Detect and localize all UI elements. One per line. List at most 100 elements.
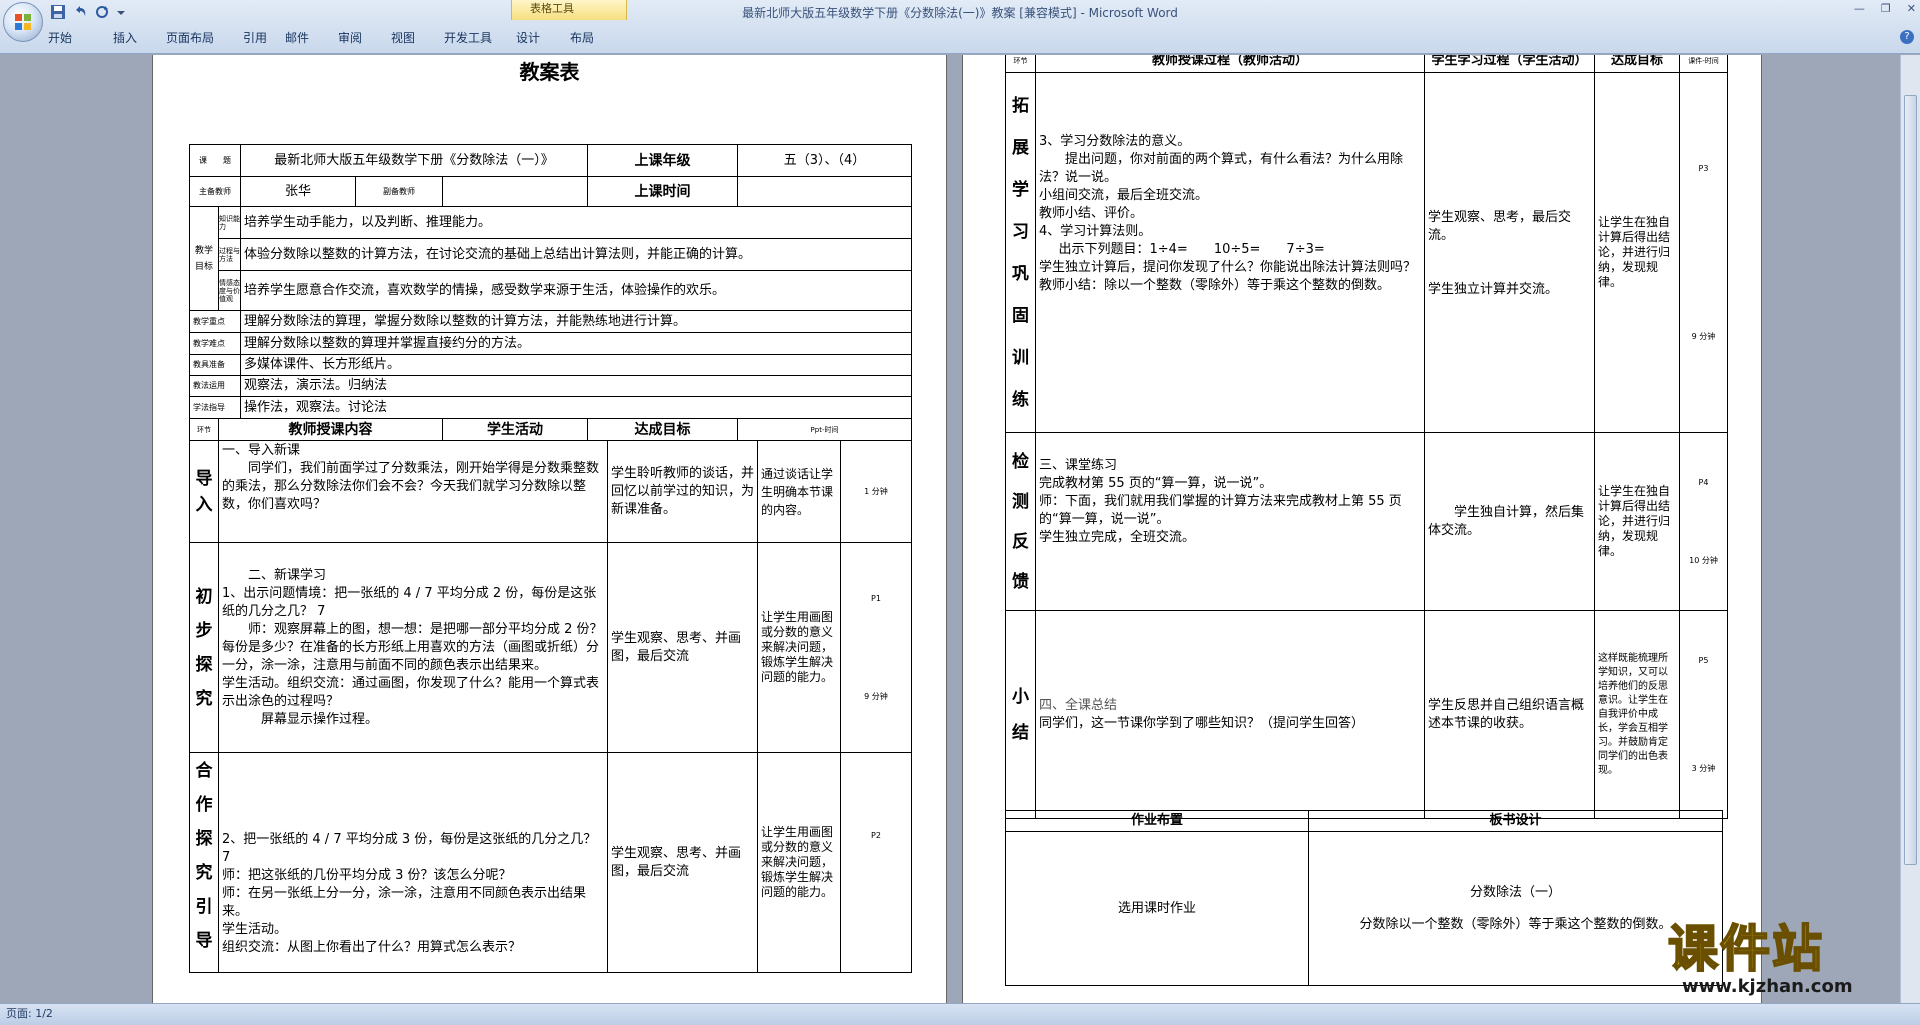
- col-head-seg: 环节: [1005, 55, 1036, 73]
- topic-key: 课 题: [189, 144, 241, 177]
- grade-value[interactable]: 五（3）、（4）: [737, 144, 913, 177]
- page-1: 教案表 课 题 最新北师大版五年级数学下册《分数除法（一）》 上课年级 五（3）…: [152, 55, 947, 1003]
- section-text: 2、把一张纸的 4 / 7 平均分成 3 份，每份是这张纸的几分之几？ 7: [222, 832, 597, 865]
- tab-table-layout[interactable]: 布局: [570, 28, 610, 48]
- teacher-value[interactable]: 张华: [240, 176, 356, 207]
- section-text: 二、新课学习: [248, 567, 327, 583]
- section-text: 同学们，这一节课你学到了哪些知识？（提问学生回答）: [1039, 715, 1365, 731]
- tab-design[interactable]: 设计: [516, 28, 570, 48]
- section-text: 学生独立计算后，提问你发现了什么？你能说出除法计算法则吗？: [1039, 260, 1417, 275]
- goal-value[interactable]: 培养学生愿意合作交流，喜欢数学的情操，感受数学来源于生活，体验操作的欢乐。: [239, 270, 913, 311]
- board-rule: 分数除以一个整数（零除外）等于乘这个整数的倒数。: [1359, 916, 1672, 932]
- tab-layout[interactable]: 页面布局: [166, 28, 243, 48]
- time-text: 1 分钟: [840, 440, 912, 543]
- close-icon[interactable]: ✕: [1907, 2, 1916, 15]
- teacher-key: 主备教师: [189, 176, 241, 207]
- time-value[interactable]: [737, 176, 913, 207]
- row-key: 学法指导: [189, 396, 241, 419]
- title-bar: 表格工具 最新北师大版五年级数学下册《分数除法(一)》教案 [兼容模式] - M…: [0, 0, 1920, 54]
- section-text: 提出问题，你对前面的两个算式，有什么看法？为什么用除法？说一说。: [1039, 152, 1404, 185]
- section-text: 教师小结：除以一个整数（零除外）等于乘这个整数的倒数。: [1039, 278, 1391, 293]
- row-key: 教法运用: [189, 375, 241, 397]
- tab-review[interactable]: 审阅: [338, 28, 391, 48]
- row-value[interactable]: 理解分数除法的算理，掌握分数除以整数的计算方法，并能熟练地进行计算。: [239, 310, 913, 333]
- section-text: 屏幕显示操作过程。: [261, 711, 379, 727]
- time-key: 上课时间: [587, 176, 739, 207]
- row-value[interactable]: 多媒体课件、长方形纸片。: [239, 354, 913, 376]
- col-head-goal: 达成目标: [1594, 55, 1680, 73]
- section-text: 同学们，我们前面学过了分数乘法，刚开始学得是分数乘整数的乘法，那么分数除法你们会…: [222, 461, 600, 512]
- student-activity: 学生观察、思考、并画图，最后交流: [607, 542, 758, 753]
- page-count[interactable]: 页面: 1/2: [6, 1007, 53, 1020]
- goal-text: 让学生用画图或分数的意义来解决问题，锻炼学生解决问题的能力。: [757, 542, 841, 753]
- maximize-icon[interactable]: ❐: [1881, 2, 1891, 15]
- scrollbar-thumb[interactable]: [1904, 95, 1917, 865]
- grade-key: 上课年级: [587, 144, 739, 177]
- tab-view[interactable]: 视图: [391, 28, 444, 48]
- section-text: 一、导入新课: [222, 443, 301, 458]
- topic-value[interactable]: 最新北师大版五年级数学下册《分数除法（一）》: [239, 144, 589, 177]
- co-teacher-value[interactable]: [441, 176, 589, 207]
- window-controls: — ❐ ✕: [1854, 2, 1916, 15]
- slide-number: P2: [840, 752, 912, 973]
- section-label: 小结: [1005, 610, 1036, 819]
- co-teacher-key: 副备教师: [355, 176, 443, 207]
- footer-table: 作业布置 板书设计 选用课时作业 分数除法（一） 分数除以一个整数（零除外）等于…: [1005, 810, 1723, 986]
- vertical-scrollbar[interactable]: [1900, 55, 1920, 1003]
- tab-mailings[interactable]: 邮件: [285, 28, 338, 48]
- row-key: 教学重点: [189, 310, 241, 333]
- row-value[interactable]: 操作法，观察法。讨论法: [239, 396, 913, 419]
- section-text: 学生活动。组织交流：通过画图，你发现了什么？能用一个算式表示出涂色的过程吗？: [222, 675, 600, 709]
- goal-value[interactable]: 体验分数除以整数的计算方法，在讨论交流的基础上总结出计算法则，并能正确的计算。: [239, 238, 913, 271]
- goal-key: 知识能力: [218, 206, 241, 239]
- student-activity: 学生反思并自己组织语言概述本节课的收获。: [1424, 610, 1595, 819]
- window-title: 最新北师大版五年级数学下册《分数除法(一)》教案 [兼容模式] - Micros…: [742, 6, 1178, 20]
- goal-key: 过程与方法: [218, 238, 241, 271]
- ribbon-tabs: 开始 插入 页面布局 引用 邮件 审阅 视图 开发工具 设计 布局: [48, 28, 610, 48]
- section-text: 出示下列题目：1÷4= 10÷5= 7÷3=: [1058, 242, 1325, 257]
- section-text: 学生活动。: [222, 922, 288, 937]
- homework-key: 作业布置: [1005, 810, 1309, 832]
- slide-number: P4: [1698, 477, 1709, 487]
- goal-text: 让学生用画图或分数的意义来解决问题，锻炼学生解决问题的能力。: [757, 752, 841, 973]
- section-label: 初步探究: [189, 542, 219, 753]
- watermark-url: www.kjzhan.com: [1682, 976, 1853, 997]
- homework-value[interactable]: 选用课时作业: [1005, 831, 1309, 986]
- row-value[interactable]: 理解分数除以整数的算理并掌握直接约分的方法。: [239, 332, 913, 355]
- section-text: 教师小结、评价。: [1039, 206, 1144, 221]
- board-title: 分数除法（一）: [1469, 884, 1561, 900]
- process-table-1: 导入 一、导入新课 同学们，我们前面学过了分数乘法，刚开始学得是分数乘整数的乘法…: [189, 440, 912, 973]
- slide-number: P1: [871, 593, 881, 603]
- col-head-student: 学生学习过程（学生活动）: [1424, 55, 1595, 73]
- goal-text: 让学生在独自计算后得出结论，并进行归纳，发现规律。: [1594, 432, 1680, 611]
- board-key: 板书设计: [1308, 810, 1723, 832]
- goal-text: 让学生在独自计算后得出结论，并进行归纳，发现规律。: [1594, 72, 1680, 433]
- tab-insert[interactable]: 插入: [113, 28, 166, 48]
- section-text: 师：观察屏幕上的图，想一想：是把哪一部分平均分成 2 份？每份是多少？在准备的长…: [222, 621, 603, 673]
- goal-text: 这样既能梳理所学知识，又可以培养他们的反思意识。让学生在自我评价中成长，学会互相…: [1594, 610, 1680, 819]
- tab-developer[interactable]: 开发工具: [444, 28, 516, 48]
- minimize-icon[interactable]: —: [1854, 2, 1865, 15]
- section-text: 四、全课总结: [1039, 697, 1118, 713]
- section-text: 小组间交流，最后全班交流。: [1039, 188, 1209, 203]
- section-text: 学生独立完成，全班交流。: [1039, 530, 1196, 545]
- tab-references[interactable]: 引用: [243, 28, 285, 48]
- watermark-text: 课件站: [1667, 919, 1824, 979]
- time-text: 9 分钟: [1691, 331, 1716, 341]
- tab-home[interactable]: 开始: [48, 28, 113, 48]
- col-head-student: 学生活动: [441, 418, 589, 441]
- goal-value[interactable]: 培养学生动手能力，以及判断、推理能力。: [239, 206, 913, 239]
- section-text: 组织交流：从图上你看出了什么？用算式怎么表示？: [222, 940, 522, 955]
- section-text: 4、学习计算法则。: [1039, 224, 1152, 239]
- page-2: 环节 教师授课过程（教师活动） 学生学习过程（学生活动） 达成目标 课件-时间 …: [962, 55, 1762, 1003]
- help-icon[interactable]: ?: [1900, 30, 1914, 44]
- row-key: 教具准备: [189, 354, 241, 376]
- process-table-2: 环节 教师授课过程（教师活动） 学生学习过程（学生活动） 达成目标 课件-时间 …: [1005, 55, 1728, 819]
- col-head-time: Ppt-时间: [737, 418, 913, 441]
- status-bar: 页面: 1/2: [0, 1003, 1920, 1025]
- time-text: 3 分钟: [1691, 763, 1716, 773]
- row-value[interactable]: 观察法，演示法。归纳法: [239, 375, 913, 397]
- student-activity: 学生聆听教师的谈话，并回忆以前学过的知识，为新课准备。: [607, 440, 758, 543]
- section-text: 完成教材第 55 页的“算一算，说一说”。: [1039, 476, 1273, 491]
- col-head-seg: 环节: [189, 418, 219, 441]
